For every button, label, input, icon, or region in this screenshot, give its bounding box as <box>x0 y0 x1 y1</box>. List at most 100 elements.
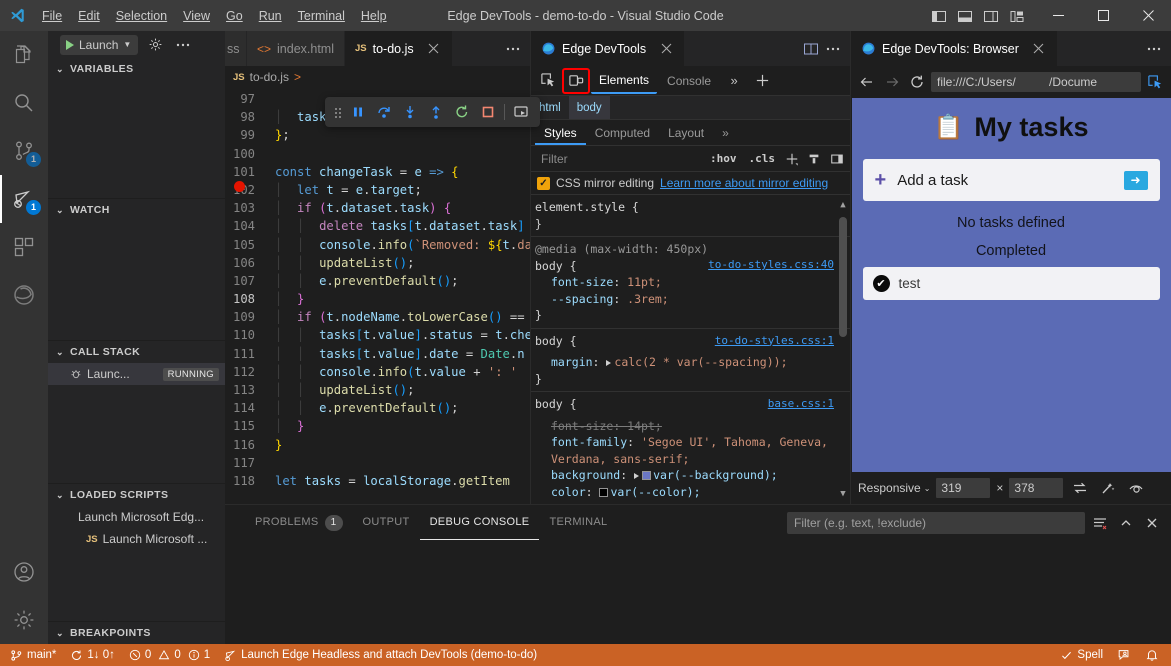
call-stack-row[interactable]: Launc... RUNNING <box>48 363 225 385</box>
add-task-input[interactable]: Add a task <box>897 172 1123 189</box>
pause-icon[interactable] <box>345 100 371 124</box>
status-sync-changes[interactable]: 1↓ 0↑ <box>63 644 122 666</box>
style-rule[interactable]: body { base.css:1 font-size: 14pt; font-… <box>531 392 850 504</box>
style-property[interactable]: margin: calc(2 * var(--spacing)); <box>535 354 850 371</box>
device-preset-dropdown[interactable]: Responsive ⌄ <box>858 481 930 495</box>
collapse-panel-icon[interactable] <box>1115 512 1137 534</box>
drag-handle-icon[interactable] <box>331 100 345 124</box>
code-content[interactable]: │ task.focus(); }; const changeTask = e … <box>275 88 530 504</box>
expand-triangle-icon[interactable] <box>606 360 611 366</box>
breadcrumb[interactable]: JS to-do.js > <box>225 66 530 88</box>
sparkle-icon[interactable] <box>1097 477 1119 499</box>
activity-item-settings[interactable] <box>0 596 48 644</box>
devtools-subtab-styles[interactable]: Styles <box>535 120 586 145</box>
launch-config-dropdown[interactable]: Launch ▼ <box>60 35 138 55</box>
browser-viewport[interactable]: 📋 My tasks + Add a task ➜ No tasks defin… <box>851 98 1171 472</box>
style-property[interactable]: font-size: 11pt; <box>535 274 850 291</box>
devtools-subtab-computed[interactable]: Computed <box>586 120 659 145</box>
activity-item-run-and-debug[interactable]: 1 <box>0 175 48 223</box>
menu-selection[interactable]: Selection <box>108 6 175 26</box>
checkbox-checked-icon[interactable]: ✔ <box>873 275 890 292</box>
style-rule-source-link[interactable]: to-do-styles.css:40 <box>708 257 834 274</box>
debug-console-output[interactable] <box>225 540 1171 644</box>
step-into-icon[interactable] <box>397 100 423 124</box>
activity-item-search[interactable] <box>0 79 48 127</box>
back-icon[interactable] <box>856 71 878 93</box>
inspect-element-icon[interactable] <box>1144 71 1166 93</box>
customize-layout-icon[interactable] <box>1004 3 1030 29</box>
section-header-watch[interactable]: ⌄ WATCH <box>48 199 225 221</box>
toggle-panel-icon[interactable] <box>952 3 978 29</box>
dom-breadcrumb-body[interactable]: body <box>569 96 610 119</box>
style-rule[interactable]: element.style { } <box>531 195 850 237</box>
restart-icon[interactable] <box>449 100 475 124</box>
chevron-double-right-icon[interactable]: » <box>721 69 747 93</box>
screencast-icon[interactable] <box>508 100 534 124</box>
css-mirror-editing-checkbox[interactable]: ✓ <box>537 177 550 190</box>
browser-more-actions-icon[interactable] <box>1143 38 1165 60</box>
menu-edit[interactable]: Edit <box>70 6 108 26</box>
style-property[interactable]: font-size: 14pt; <box>535 418 850 435</box>
activity-item-edge-devtools[interactable] <box>0 271 48 319</box>
loaded-script-row[interactable]: Launch Microsoft Edg... <box>48 506 225 528</box>
viewport-height-input[interactable] <box>1009 478 1063 498</box>
rotate-icon[interactable] <box>1069 477 1091 499</box>
menu-go[interactable]: Go <box>218 6 251 26</box>
style-property[interactable]: --spacing: .3rem; <box>535 291 850 308</box>
color-swatch[interactable] <box>642 471 651 480</box>
completed-task-item[interactable]: ✔ test <box>863 267 1160 300</box>
scroll-up-arrow-icon[interactable]: ▲ <box>838 197 848 214</box>
new-style-rule-icon[interactable] <box>783 147 801 171</box>
devtools-tab[interactable]: Edge DevTools <box>531 31 685 66</box>
menu-file[interactable]: File <box>34 6 70 26</box>
add-panel-icon[interactable] <box>749 69 775 93</box>
menu-run[interactable]: Run <box>251 6 290 26</box>
panel-tab-debug-console[interactable]: DEBUG CONSOLE <box>420 505 540 540</box>
activity-item-explorer[interactable] <box>0 31 48 79</box>
styles-filter-input[interactable] <box>535 149 702 169</box>
status-debug-session[interactable]: Launch Edge Headless and attach DevTools… <box>217 644 544 666</box>
scrollbar-thumb[interactable] <box>839 217 847 337</box>
step-over-icon[interactable] <box>371 100 397 124</box>
close-icon[interactable] <box>658 41 674 57</box>
submit-task-button[interactable]: ➜ <box>1124 171 1148 190</box>
inspect-icon[interactable] <box>535 69 561 93</box>
style-property[interactable]: background: var(--background); <box>535 467 850 484</box>
style-rule[interactable]: @media (max-width: 450px) body { to-do-s… <box>531 237 850 329</box>
activity-item-accounts[interactable] <box>0 548 48 596</box>
styles-rules-list[interactable]: element.style { } @media (max-width: 450… <box>531 195 850 504</box>
sidebar-more-actions-icon[interactable] <box>172 34 194 56</box>
devtools-subtab-layout[interactable]: Layout <box>659 120 713 145</box>
browser-tab[interactable]: Edge DevTools: Browser <box>851 31 1058 66</box>
step-out-icon[interactable] <box>423 100 449 124</box>
eye-icon[interactable] <box>1125 477 1147 499</box>
breadcrumb-file[interactable]: to-do.js <box>250 70 289 84</box>
class-pill[interactable]: .cls <box>745 151 780 166</box>
stop-icon[interactable] <box>475 100 501 124</box>
computed-styles-sidebar-icon[interactable] <box>805 147 823 171</box>
menu-view[interactable]: View <box>175 6 218 26</box>
close-icon[interactable] <box>1031 41 1047 57</box>
url-input[interactable] <box>931 72 1141 92</box>
editor-tab-css[interactable]: ss <box>225 31 247 66</box>
editor-more-actions-icon[interactable] <box>502 38 524 60</box>
debug-settings-gear-icon[interactable] <box>144 34 166 56</box>
expand-triangle-icon[interactable] <box>634 473 639 479</box>
style-rule[interactable]: body { to-do-styles.css:1 margin: calc(2… <box>531 329 850 393</box>
breakpoint-marker[interactable] <box>234 181 245 192</box>
editor-tab-index-html[interactable]: <> index.html <box>247 31 345 66</box>
debug-console-filter-input[interactable] <box>787 512 1085 534</box>
devtools-subtab-more-icon[interactable]: » <box>713 120 738 145</box>
close-panel-icon[interactable] <box>1141 512 1163 534</box>
status-remote-indicator[interactable]: main* <box>0 644 63 666</box>
window-minimize-button[interactable] <box>1036 0 1081 31</box>
panel-tab-problems[interactable]: PROBLEMS 1 <box>245 505 353 540</box>
editor-tab-to-do-js[interactable]: JS to-do.js <box>345 31 453 66</box>
status-problems[interactable]: 0 0 1 <box>122 644 217 666</box>
device-emulation-icon[interactable] <box>563 69 589 93</box>
status-feedback[interactable] <box>1110 644 1138 666</box>
hover-state-pill[interactable]: :hov <box>706 151 741 166</box>
forward-icon[interactable] <box>881 71 903 93</box>
toggle-primary-sidebar-icon[interactable] <box>926 3 952 29</box>
section-header-call-stack[interactable]: ⌄ CALL STACK <box>48 341 225 363</box>
